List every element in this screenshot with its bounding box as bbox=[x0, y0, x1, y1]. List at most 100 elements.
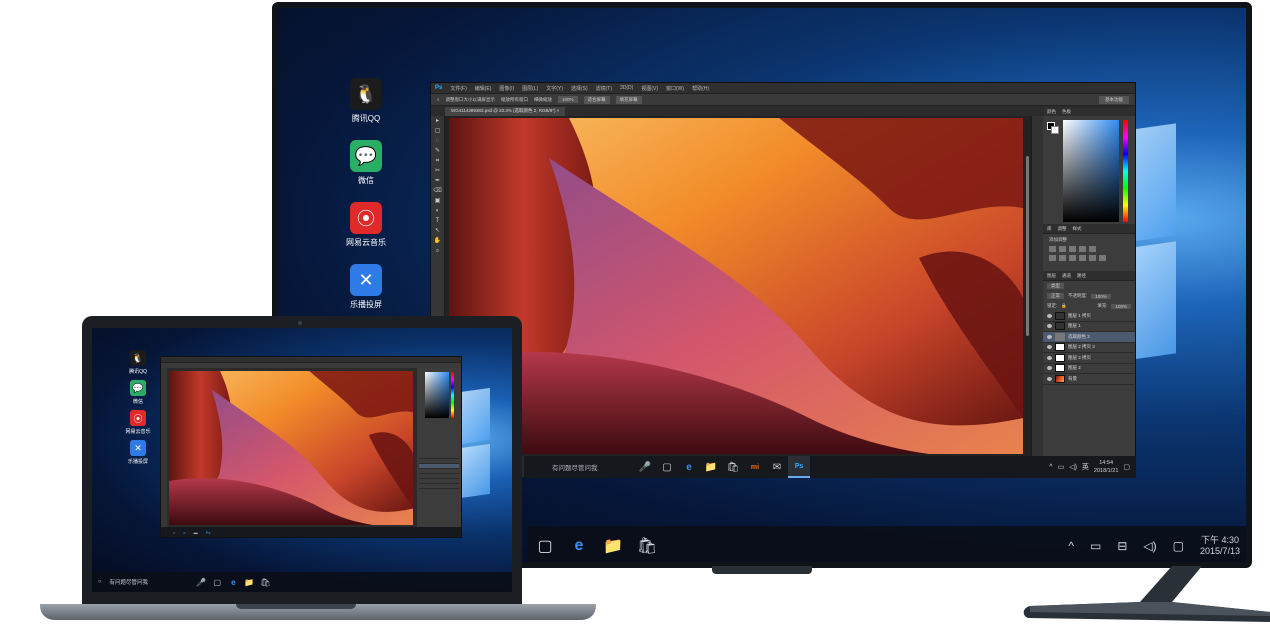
desktop-icon-netease-music[interactable]: ⦿ 网易云音乐 bbox=[336, 202, 396, 262]
menu-layer[interactable]: 图层(L) bbox=[522, 85, 538, 92]
task-view-icon[interactable]: ▢ bbox=[209, 572, 225, 592]
option-zoom-all[interactable]: 缩放所有窗口 bbox=[501, 97, 528, 103]
option-scrubby-zoom[interactable]: 细微缩放 bbox=[534, 97, 552, 103]
volume-icon[interactable]: ◁) bbox=[1143, 539, 1156, 553]
fill-input[interactable]: 100% bbox=[1111, 303, 1131, 309]
canvas-image-canyon[interactable] bbox=[449, 118, 1023, 454]
tab-styles[interactable]: 样式 bbox=[1073, 226, 1082, 232]
marquee-tool-icon[interactable]: ▢ bbox=[431, 126, 444, 136]
canvas-scrollbar[interactable] bbox=[1026, 156, 1029, 336]
photoshop-taskbar-icon[interactable]: Ps bbox=[206, 530, 211, 535]
store-icon[interactable]: 🛍 bbox=[630, 526, 664, 562]
menu-filter[interactable]: 滤镜(T) bbox=[596, 85, 612, 92]
path-select-tool-icon[interactable]: ↖ bbox=[431, 226, 444, 236]
layer-row-selected[interactable]: 选取颜色 2 bbox=[1043, 332, 1135, 343]
desktop-icon-qq[interactable]: 🐧 腾讯QQ bbox=[336, 78, 396, 138]
hue-sat-icon[interactable] bbox=[1049, 255, 1056, 261]
tab-layers[interactable]: 图层 bbox=[1047, 273, 1056, 279]
tab-paths[interactable]: 路径 bbox=[1077, 273, 1086, 279]
edge-icon[interactable]: e bbox=[562, 526, 596, 562]
menu-window[interactable]: 窗口(W) bbox=[666, 85, 684, 92]
color-balance-icon[interactable] bbox=[1059, 255, 1066, 261]
photo-filter-icon[interactable] bbox=[1079, 255, 1086, 261]
layer-row[interactable]: 图层 2 bbox=[1043, 364, 1135, 374]
menu-3d[interactable]: 3D(D) bbox=[620, 85, 633, 91]
layer-row[interactable]: 图层 2 拷贝 bbox=[1043, 353, 1135, 364]
cortana-search-box[interactable]: 有问题尽管问我 bbox=[524, 462, 634, 472]
color-picker[interactable] bbox=[1043, 116, 1135, 224]
edge-icon[interactable]: e bbox=[678, 456, 700, 478]
clock[interactable]: 下午 4:30 2015/7/13 bbox=[1200, 535, 1240, 557]
tab-adjustments[interactable]: 调整 bbox=[1058, 226, 1067, 232]
mi-icon[interactable]: mi bbox=[744, 456, 766, 478]
layer-kind-select[interactable]: 类型 bbox=[1047, 283, 1064, 289]
hue-slider[interactable] bbox=[1123, 120, 1128, 222]
zoom-tool-icon[interactable]: ⌕ bbox=[431, 246, 444, 256]
file-explorer-icon[interactable]: ▬ bbox=[194, 530, 198, 535]
brush-tool-icon[interactable]: ✎ bbox=[431, 146, 444, 156]
layer-row[interactable]: 图层 2 拷贝 3 bbox=[1043, 343, 1135, 353]
lock-icon[interactable]: 🔒 bbox=[1061, 303, 1067, 309]
desktop-icon-qq[interactable]: 🐧 腾讯QQ bbox=[120, 350, 156, 380]
file-explorer-icon[interactable]: 📁 bbox=[700, 456, 722, 478]
battery-icon[interactable]: ▭ bbox=[1090, 539, 1101, 553]
brightness-icon[interactable] bbox=[1049, 246, 1056, 252]
store-icon[interactable]: 🛍 bbox=[722, 456, 744, 478]
pen-tool-icon[interactable]: ✒ bbox=[431, 176, 444, 186]
layer-row[interactable] bbox=[419, 484, 459, 489]
opacity-input[interactable]: 100% bbox=[1091, 293, 1111, 299]
levels-icon[interactable] bbox=[1059, 246, 1066, 252]
eye-icon[interactable] bbox=[1047, 324, 1052, 329]
exposure-icon[interactable] bbox=[1079, 246, 1086, 252]
fit-screen-button[interactable]: 适合屏幕 bbox=[583, 95, 610, 104]
tab-swatches[interactable]: 色板 bbox=[1062, 109, 1071, 115]
clock[interactable]: 14:54 2018/1/21 bbox=[1094, 459, 1118, 475]
menu-view[interactable]: 视图(V) bbox=[641, 85, 658, 92]
canvas-image-canyon[interactable] bbox=[169, 371, 413, 525]
network-icon[interactable]: ⊟ bbox=[1117, 539, 1127, 553]
chevron-up-icon[interactable]: ^ bbox=[1068, 539, 1074, 553]
layer-row[interactable]: 图层 1 拷贝 bbox=[1043, 311, 1135, 322]
move-tool-icon[interactable]: ▸ bbox=[431, 116, 444, 126]
mic-icon[interactable]: 🎤 bbox=[634, 456, 656, 478]
slice-tool-icon[interactable]: ✂ bbox=[431, 166, 444, 176]
channel-mixer-icon[interactable] bbox=[1089, 255, 1096, 261]
photoshop-taskbar-icon[interactable]: Ps bbox=[788, 456, 810, 478]
dodge-tool-icon[interactable]: ◐ bbox=[431, 206, 444, 216]
zoom-tool-icon[interactable]: ⌕ bbox=[437, 97, 440, 102]
tab-channels[interactable]: 通道 bbox=[1062, 273, 1071, 279]
volume-icon[interactable]: ◁) bbox=[1069, 463, 1077, 471]
document-tab[interactable]: WG4114389383.psd @ 33.3% (选取颜色 2, RGB/8*… bbox=[445, 107, 566, 116]
notification-icon[interactable]: ▢ bbox=[1173, 539, 1184, 553]
layer-row[interactable]: 背景 bbox=[1043, 374, 1135, 385]
task-view-icon[interactable]: ▢ bbox=[528, 526, 562, 562]
background-color-swatch[interactable] bbox=[1051, 126, 1059, 134]
cortana-search-box[interactable]: 有问题尽管问我 bbox=[101, 578, 193, 586]
workspace-select[interactable]: 基本功能 bbox=[1099, 95, 1129, 104]
color-field[interactable] bbox=[425, 372, 449, 418]
curves-icon[interactable] bbox=[1069, 246, 1076, 252]
desktop-icon-wechat[interactable]: 💬 微信 bbox=[336, 140, 396, 200]
menu-file[interactable]: 文件(F) bbox=[450, 85, 466, 92]
type-tool-icon[interactable]: T bbox=[431, 216, 444, 226]
blend-mode-select[interactable]: 正常 bbox=[1047, 293, 1064, 299]
bw-icon[interactable] bbox=[1069, 255, 1076, 261]
hue-slider[interactable] bbox=[451, 372, 454, 418]
eye-icon[interactable] bbox=[1047, 313, 1052, 318]
edge-icon[interactable]: e bbox=[225, 572, 241, 592]
menu-type[interactable]: 文字(Y) bbox=[546, 85, 563, 92]
layer-row[interactable]: 图层 1 bbox=[1043, 322, 1135, 332]
desktop-icon-netease-music[interactable]: ⦿ 网易云音乐 bbox=[120, 410, 156, 440]
color-field[interactable] bbox=[1063, 120, 1119, 222]
eye-icon[interactable] bbox=[1047, 366, 1052, 371]
chevron-up-icon[interactable]: ^ bbox=[1049, 464, 1052, 471]
desktop-icon-wechat[interactable]: 💬 微信 bbox=[120, 380, 156, 410]
ps-canvas-area[interactable] bbox=[445, 116, 1031, 456]
tab-color[interactable]: 颜色 bbox=[1047, 109, 1056, 115]
file-explorer-icon[interactable]: 📁 bbox=[241, 572, 257, 592]
lasso-tool-icon[interactable]: ◌ bbox=[431, 136, 444, 146]
battery-icon[interactable]: ▭ bbox=[1058, 463, 1065, 471]
ime-indicator[interactable]: 英 bbox=[1082, 462, 1089, 472]
mail-icon[interactable]: ✉ bbox=[766, 456, 788, 478]
eye-icon[interactable] bbox=[1047, 355, 1052, 360]
